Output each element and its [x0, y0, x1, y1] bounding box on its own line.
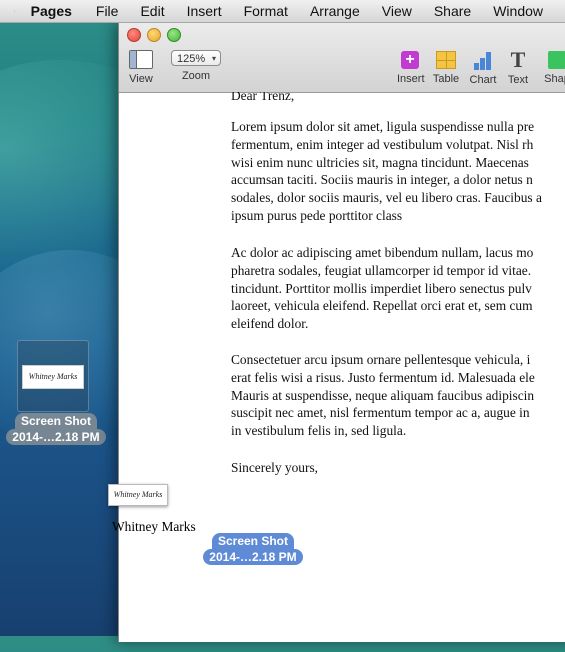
paragraph-line: Ac dolor ac adipiscing amet bibendum nul…: [231, 245, 534, 260]
paragraph-line: pharetra sodales, feugiat ullamcorper id…: [231, 262, 532, 278]
text-button[interactable]: T Text: [505, 47, 531, 87]
menu-file[interactable]: File: [96, 3, 119, 19]
paragraph-line: eleifend dolor.: [231, 316, 309, 332]
paragraph-line: sodales, dolor sociis mauris, vel eu lib…: [231, 190, 542, 206]
paragraph-2: Ac dolor ac adipiscing amet bibendum nul…: [231, 244, 533, 333]
paragraph-1: Lorem ipsum dolor sit amet, ligula suspe…: [231, 118, 542, 225]
zoom-window-button[interactable]: [167, 28, 181, 42]
menu-bar: Pages File Edit Insert Format Arrange Vi…: [0, 0, 565, 23]
paragraph-3: Consectetuer arcu ipsum ornare pellentes…: [231, 351, 535, 440]
menu-format[interactable]: Format: [244, 3, 288, 19]
document-page[interactable]: Dear Trenz, Lorem ipsum dolor sit amet, …: [231, 92, 565, 652]
apple-icon[interactable]: [14, 2, 15, 20]
table-icon: [436, 51, 456, 69]
minimize-button[interactable]: [147, 28, 161, 42]
chevron-down-icon: ▾: [211, 54, 216, 63]
shape-icon: [548, 51, 565, 69]
paragraph-line: Lorem ipsum dolor sit amet, ligula suspe…: [231, 119, 535, 134]
paragraph-line: Mauris at suspendisse, neque aliquam fau…: [231, 387, 535, 403]
paragraph-line: in vestibulum felis in, sed ligula.: [231, 423, 407, 439]
greeting: Dear Trenz,: [231, 92, 295, 103]
insert-button[interactable]: + Insert: [397, 50, 425, 85]
toolbar: View 125% ▾ Zoom + Insert Table Chart T …: [119, 22, 565, 93]
zoom-control[interactable]: 125% ▾ Zoom: [169, 50, 223, 82]
paragraph-line: accumsan taciti. Sociis mauris in intege…: [231, 172, 533, 188]
desktop-file-icon[interactable]: Whitney Marks: [17, 340, 89, 412]
dragged-file-label[interactable]: Screen Shot 2014-…2.18 PM: [197, 533, 309, 565]
text-label: Text: [507, 74, 529, 86]
paragraph-line: laoreet, vehicula eleifend. Repellat orc…: [231, 298, 533, 314]
paragraph-line: ipsum purus pede porttitor class: [231, 207, 403, 223]
file-thumbnail: Whitney Marks: [22, 365, 84, 389]
file-label-line2: 2014-…2.18 PM: [6, 429, 106, 445]
view-button[interactable]: View: [125, 50, 157, 85]
shape-label: Shap: [544, 73, 565, 85]
paragraph-line: tincidunt. Porttitor mollis imperdiet li…: [231, 280, 532, 296]
chart-label: Chart: [469, 74, 497, 86]
menu-arrange[interactable]: Arrange: [310, 3, 360, 19]
paragraph-line: wisi enim nunc ultricies sit, magna tinc…: [231, 154, 529, 170]
menu-app-pages[interactable]: Pages: [31, 3, 72, 19]
drag-label-line2: 2014-…2.18 PM: [203, 549, 303, 565]
zoom-label: Zoom: [181, 70, 211, 82]
paragraph-line: erat felis wisi a risus. Justo fermentum…: [231, 369, 535, 385]
table-button[interactable]: Table: [431, 50, 461, 85]
shape-button[interactable]: Shap: [539, 50, 565, 85]
signature-image[interactable]: Whitney Marks: [108, 484, 168, 506]
desktop-file-label[interactable]: Screen Shot 2014-…2.18 PM: [0, 413, 112, 445]
table-label: Table: [432, 73, 460, 85]
pages-window: View 125% ▾ Zoom + Insert Table Chart T …: [118, 22, 565, 642]
chart-button[interactable]: Chart: [467, 50, 499, 86]
view-label: View: [129, 73, 153, 85]
zoom-value: 125%: [177, 53, 206, 65]
zoom-select[interactable]: 125% ▾: [171, 50, 221, 66]
paragraph-line: suscipit nec amet, nisl fermentum tempor…: [231, 405, 530, 421]
text-icon: T: [510, 47, 526, 72]
sidebar-view-icon: [129, 50, 153, 69]
closing: Sincerely yours,: [231, 460, 319, 475]
chart-icon: [472, 50, 494, 70]
close-button[interactable]: [127, 28, 141, 42]
menu-view[interactable]: View: [382, 3, 412, 19]
insert-plus-icon: +: [401, 51, 419, 69]
paragraph-line: fermentum, enim integer ad vestibulum vo…: [231, 136, 534, 152]
menu-insert[interactable]: Insert: [187, 3, 222, 19]
paragraph-line: Consectetuer arcu ipsum ornare pellentes…: [231, 352, 531, 367]
menu-share[interactable]: Share: [434, 3, 471, 19]
file-label-line1: Screen Shot: [14, 413, 98, 429]
drag-label-line1: Screen Shot: [211, 533, 295, 549]
menu-window[interactable]: Window: [493, 3, 543, 19]
insert-label: Insert: [397, 73, 425, 85]
menu-edit[interactable]: Edit: [140, 3, 164, 19]
signature-name: Whitney Marks: [112, 519, 196, 534]
